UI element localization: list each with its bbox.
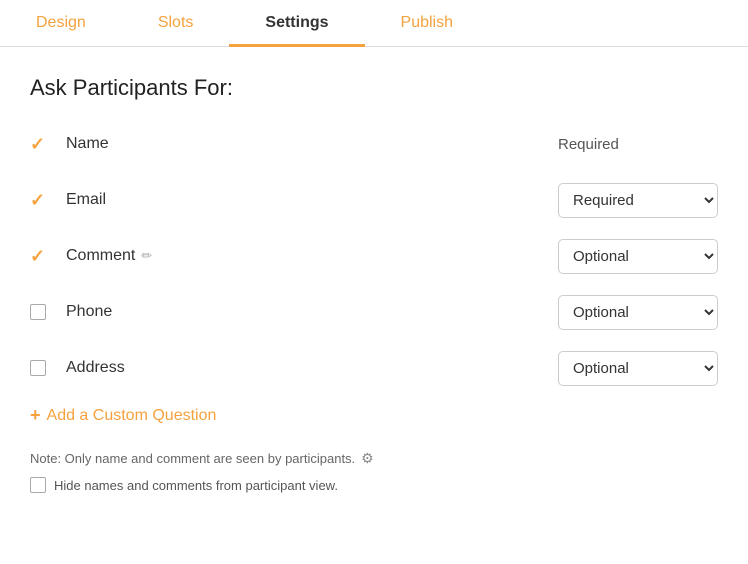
- tab-slots[interactable]: Slots: [122, 0, 230, 46]
- field-row-address: Address Required Optional: [30, 349, 718, 387]
- email-label: Email: [66, 191, 558, 209]
- hide-names-row: Hide names and comments from participant…: [30, 477, 718, 493]
- address-label: Address: [66, 359, 558, 377]
- comment-dropdown[interactable]: Required Optional: [558, 239, 718, 274]
- tab-design[interactable]: Design: [0, 0, 122, 46]
- tab-publish[interactable]: Publish: [365, 0, 489, 46]
- comment-checkmark-icon: ✓: [30, 246, 45, 267]
- address-checkbox[interactable]: [30, 360, 46, 376]
- add-custom-label: Add a Custom Question: [47, 407, 217, 425]
- phone-dropdown[interactable]: Required Optional: [558, 295, 718, 330]
- note-text-row: Note: Only name and comment are seen by …: [30, 450, 718, 467]
- email-dropdown[interactable]: Required Optional: [558, 183, 718, 218]
- name-check-area: ✓: [30, 134, 66, 155]
- name-label: Name: [66, 135, 558, 153]
- phone-check-area: [30, 304, 66, 320]
- note-text-content: Note: Only name and comment are seen by …: [30, 451, 355, 466]
- note-section: Note: Only name and comment are seen by …: [30, 450, 718, 493]
- comment-check-area: ✓: [30, 246, 66, 267]
- comment-label-text: Comment: [66, 247, 135, 265]
- tab-bar: Design Slots Settings Publish: [0, 0, 748, 47]
- settings-content: Ask Participants For: ✓ Name Required ✓ …: [0, 47, 748, 513]
- address-dropdown[interactable]: Required Optional: [558, 351, 718, 386]
- email-check-area: ✓: [30, 190, 66, 211]
- field-row-name: ✓ Name Required: [30, 125, 718, 163]
- field-row-phone: Phone Required Optional: [30, 293, 718, 331]
- hide-names-checkbox[interactable]: [30, 477, 46, 493]
- email-checkmark-icon: ✓: [30, 190, 45, 211]
- address-check-area: [30, 360, 66, 376]
- add-custom-question[interactable]: + Add a Custom Question: [30, 405, 718, 426]
- section-title: Ask Participants For:: [30, 75, 718, 101]
- phone-label: Phone: [66, 303, 558, 321]
- comment-edit-icon[interactable]: ✏: [141, 248, 152, 264]
- gear-icon[interactable]: ⚙: [361, 450, 374, 467]
- phone-checkbox[interactable]: [30, 304, 46, 320]
- field-row-email: ✓ Email Required Optional: [30, 181, 718, 219]
- name-required-text: Required: [558, 136, 718, 153]
- tab-settings[interactable]: Settings: [229, 0, 364, 46]
- plus-icon: +: [30, 405, 41, 426]
- hide-names-label: Hide names and comments from participant…: [54, 478, 338, 493]
- field-row-comment: ✓ Comment ✏ Required Optional: [30, 237, 718, 275]
- comment-label: Comment ✏: [66, 247, 558, 265]
- name-checkmark-icon: ✓: [30, 134, 45, 155]
